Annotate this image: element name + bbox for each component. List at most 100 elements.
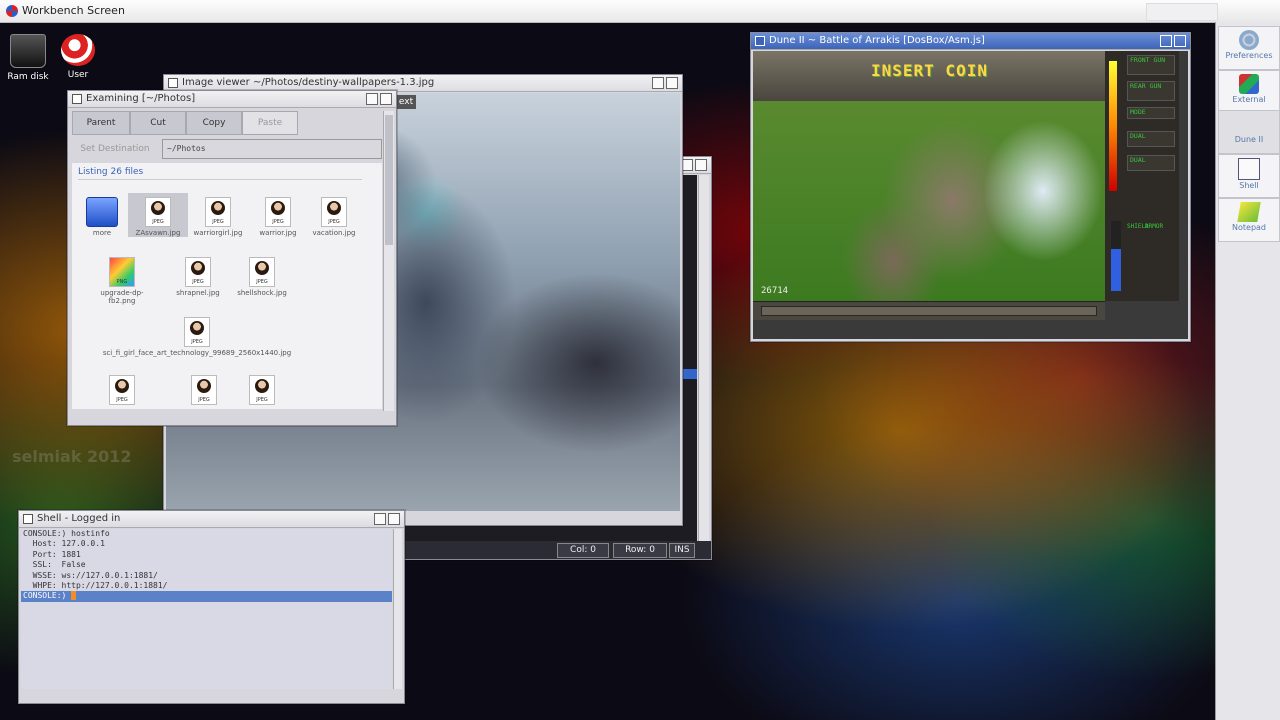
window-title: Shell - Logged in <box>37 513 121 524</box>
image-viewer-tab[interactable]: ext <box>396 95 416 109</box>
close-gadget[interactable] <box>168 78 178 88</box>
depth-gadget[interactable] <box>695 159 707 171</box>
console-prompt-line[interactable]: CONSOLE:) <box>21 591 392 602</box>
external-icon <box>1239 74 1259 94</box>
status-row: Row: 0 <box>613 543 667 558</box>
dock-shell[interactable]: Shell <box>1218 154 1280 198</box>
jpeg-file-icon <box>321 197 347 227</box>
notepad-icon <box>1237 202 1261 222</box>
file-item[interactable]: upgrade-dp-fb2.png <box>88 253 156 305</box>
folder-icon <box>86 197 118 227</box>
file-name: ZAsvawn.jpg <box>135 229 181 237</box>
shell-window[interactable]: Shell - Logged in CONSOLE:) hostinfo Hos… <box>18 510 405 704</box>
jpeg-file-icon <box>249 375 275 405</box>
paste-button[interactable]: Paste <box>242 111 298 135</box>
screen-title-bar: Workbench Screen <box>0 0 1280 23</box>
close-gadget[interactable] <box>23 514 33 524</box>
set-destination-button[interactable]: Set Destination <box>72 139 158 159</box>
dock-external[interactable]: External <box>1218 70 1280 114</box>
file-name: upgrade-dp-fb2.png <box>100 289 144 305</box>
file-name: sci_fi_girl_face_art_technology_99689_25… <box>102 349 292 357</box>
dock-label: Notepad <box>1232 223 1266 232</box>
console-line: WSSE: ws://127.0.0.1:1881/ <box>23 570 158 580</box>
window-title: Dune II ~ Battle of Arrakis [DosBox/Asm.… <box>769 35 985 46</box>
close-gadget[interactable] <box>755 36 765 46</box>
parent-button[interactable]: Parent <box>72 111 130 135</box>
dock-preferences[interactable]: Preferences <box>1218 26 1280 70</box>
desktop-background: Workbench Screen Ram disk User selmiak 2… <box>0 0 1280 720</box>
file-item[interactable]: vacation.jpg <box>304 193 364 237</box>
file-item[interactable]: sci_fi_girl_face_art_technology_99689_25… <box>92 313 302 357</box>
scrollbar-thumb[interactable] <box>385 115 393 245</box>
text-cursor <box>71 591 77 601</box>
file-item[interactable]: warriorgirl.jpg <box>188 193 248 237</box>
divider <box>78 179 362 180</box>
file-item[interactable] <box>174 371 234 407</box>
game-hud: FRONT GUN REAR GUN MODE DUAL DUAL SHIELD… <box>1105 51 1179 301</box>
zoom-gadget[interactable] <box>374 513 386 525</box>
wallpaper-watermark: selmiak 2012 <box>12 447 132 466</box>
listing-count: Listing 26 files <box>78 167 144 177</box>
file-list-scrollbar[interactable] <box>383 111 394 411</box>
file-name: more <box>92 229 112 237</box>
dune-game-window[interactable]: Dune II ~ Battle of Arrakis [DosBox/Asm.… <box>750 32 1191 342</box>
shield-label: SHIELD <box>1127 223 1149 230</box>
hud-dual-2: DUAL <box>1127 155 1175 171</box>
shell-console[interactable]: CONSOLE:) hostinfo Host: 127.0.0.1 Port:… <box>21 529 392 689</box>
file-browser-window[interactable]: Examining [~/Photos] Parent Cut Copy Pas… <box>67 90 397 426</box>
commodore-logo-icon[interactable] <box>6 5 18 17</box>
user-disk-icon <box>61 34 95 66</box>
file-item[interactable]: ZAsvawn.jpg <box>128 193 188 237</box>
file-item[interactable]: shrapnel.jpg <box>168 253 228 297</box>
console-line: SSL: False <box>23 560 86 570</box>
jpeg-file-icon <box>265 197 291 227</box>
desktop-icon-user[interactable]: User <box>48 34 108 80</box>
file-item[interactable]: more <box>72 193 132 237</box>
file-item[interactable] <box>92 371 152 407</box>
zoom-gadget[interactable] <box>366 93 378 105</box>
file-item[interactable]: warrior.jpg <box>248 193 308 237</box>
insert-coin-text: INSERT COIN <box>871 61 988 80</box>
depth-gadget[interactable] <box>380 93 392 105</box>
jpeg-file-icon <box>249 257 275 287</box>
destination-field[interactable]: ~/Photos <box>162 139 382 159</box>
ram-disk-icon <box>10 34 46 68</box>
dock-label: Preferences <box>1225 51 1273 60</box>
dock-notepad[interactable]: Notepad <box>1218 198 1280 242</box>
game-canvas[interactable]: INSERT COIN 26714 FRONT GUN REAR GUN MOD… <box>753 51 1188 339</box>
depth-gadget[interactable] <box>388 513 400 525</box>
depth-gadget[interactable] <box>666 77 678 89</box>
jpeg-file-icon <box>185 257 211 287</box>
file-name: warrior.jpg <box>259 229 297 237</box>
file-listing[interactable]: Listing 26 files more ZAsvawn.jpg warrio… <box>72 163 382 409</box>
dock-dune[interactable]: Dune II <box>1218 110 1280 154</box>
shell-icon <box>1238 158 1260 180</box>
file-item[interactable] <box>232 371 292 407</box>
console-line: WHPE: http://127.0.0.1:1881/ <box>23 580 168 590</box>
zoom-gadget[interactable] <box>1160 35 1172 47</box>
depth-gadget[interactable] <box>1174 35 1186 47</box>
console-line: Port: 1881 <box>23 549 81 559</box>
shell-scrollbar[interactable] <box>393 529 402 689</box>
console-line: CONSOLE:) hostinfo <box>23 529 110 538</box>
file-item[interactable]: shellshock.jpg <box>232 253 292 297</box>
scroll-marker <box>681 369 697 379</box>
hud-front-gun: FRONT GUN <box>1127 55 1175 75</box>
window-title-bar[interactable]: Examining [~/Photos] <box>68 91 396 108</box>
window-title-bar[interactable]: Shell - Logged in <box>19 511 404 528</box>
console-prompt: CONSOLE:) <box>23 591 67 601</box>
hud-mode: MODE <box>1127 107 1175 119</box>
jpeg-file-icon <box>191 375 217 405</box>
editor-vertical-scrollbar[interactable] <box>698 175 709 547</box>
game-score: 26714 <box>761 286 789 296</box>
cut-button[interactable]: Cut <box>130 111 186 135</box>
window-title-bar[interactable]: Dune II ~ Battle of Arrakis [DosBox/Asm.… <box>751 33 1190 50</box>
screen-depth-gadget[interactable] <box>1146 3 1218 21</box>
jpeg-file-icon <box>205 197 231 227</box>
zoom-gadget[interactable] <box>652 77 664 89</box>
copy-button[interactable]: Copy <box>186 111 242 135</box>
close-gadget[interactable] <box>72 94 82 104</box>
status-insert-mode: INS <box>669 543 695 558</box>
dock-label: External <box>1232 95 1266 104</box>
screen-title: Workbench Screen <box>22 4 125 17</box>
